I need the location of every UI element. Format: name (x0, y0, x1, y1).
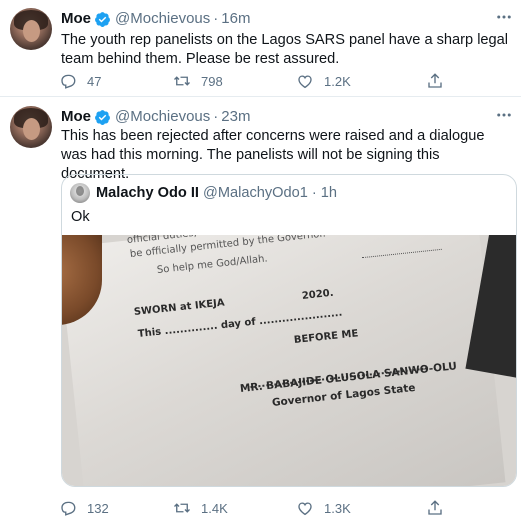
tweet-header: Moe @Mochievous · 16m (61, 10, 250, 28)
more-options-icon[interactable] (495, 106, 513, 124)
share-button[interactable] (426, 71, 444, 91)
quoted-tweet-header: Malachy Odo II @MalachyOdo1 · 1h (70, 183, 337, 203)
quoted-tweet-text: Ok (71, 209, 90, 225)
retweet-button[interactable]: 1.4K (173, 498, 228, 518)
like-count: 1.2K (324, 73, 351, 89)
reply-button[interactable]: 132 (59, 498, 109, 518)
tweet-header: Moe @Mochievous · 23m (61, 108, 250, 126)
like-button[interactable]: 1.3K (296, 498, 351, 518)
share-icon (428, 500, 442, 515)
reply-count: 132 (87, 500, 109, 516)
like-button[interactable]: 1.2K (296, 71, 351, 91)
separator: · (213, 108, 219, 125)
retweet-count: 1.4K (201, 500, 228, 516)
tweet[interactable]: Moe @Mochievous · 16m The youth rep pane… (0, 0, 521, 97)
heart-icon (298, 502, 312, 516)
verified-badge-icon (95, 109, 110, 125)
tweet-actions: 132 1.4K 1.3K (55, 498, 455, 518)
retweet-icon (174, 503, 190, 513)
share-icon (428, 73, 442, 88)
separator: · (213, 10, 219, 27)
heart-icon (298, 75, 312, 89)
retweet-count: 798 (201, 73, 223, 89)
quoted-tweet[interactable]: Malachy Odo II @MalachyOdo1 · 1h Ok offi… (61, 174, 517, 487)
timestamp[interactable]: 23m (221, 108, 250, 126)
reply-button[interactable]: 47 (59, 71, 101, 91)
share-button[interactable] (426, 498, 444, 518)
retweet-icon (174, 76, 190, 86)
reply-icon (61, 501, 76, 516)
display-name[interactable]: Moe (61, 10, 91, 28)
quoted-user-handle: @MalachyOdo1 (203, 185, 308, 201)
avatar[interactable] (10, 8, 52, 50)
tweet-actions: 47 798 1.2K (55, 71, 455, 91)
quoted-avatar (70, 183, 90, 203)
user-handle[interactable]: @Mochievous (115, 108, 210, 126)
verified-badge-icon (95, 11, 110, 27)
tweet[interactable]: Moe @Mochievous · 23m This has been reje… (0, 98, 521, 522)
reply-icon (61, 74, 76, 89)
more-options-icon[interactable] (495, 8, 513, 26)
quoted-timestamp: 1h (320, 185, 337, 201)
user-handle[interactable]: @Mochievous (115, 10, 210, 28)
like-count: 1.3K (324, 500, 351, 516)
timestamp[interactable]: 16m (221, 10, 250, 28)
separator: · (311, 185, 317, 201)
quoted-photo[interactable]: official duties, be officially permitted… (62, 235, 516, 486)
retweet-button[interactable]: 798 (173, 71, 223, 91)
tweet-text: The youth rep panelists on the Lagos SAR… (61, 32, 509, 67)
quoted-display-name: Malachy Odo II (96, 185, 199, 201)
avatar[interactable] (10, 106, 52, 148)
reply-count: 47 (87, 73, 102, 89)
display-name[interactable]: Moe (61, 108, 91, 126)
